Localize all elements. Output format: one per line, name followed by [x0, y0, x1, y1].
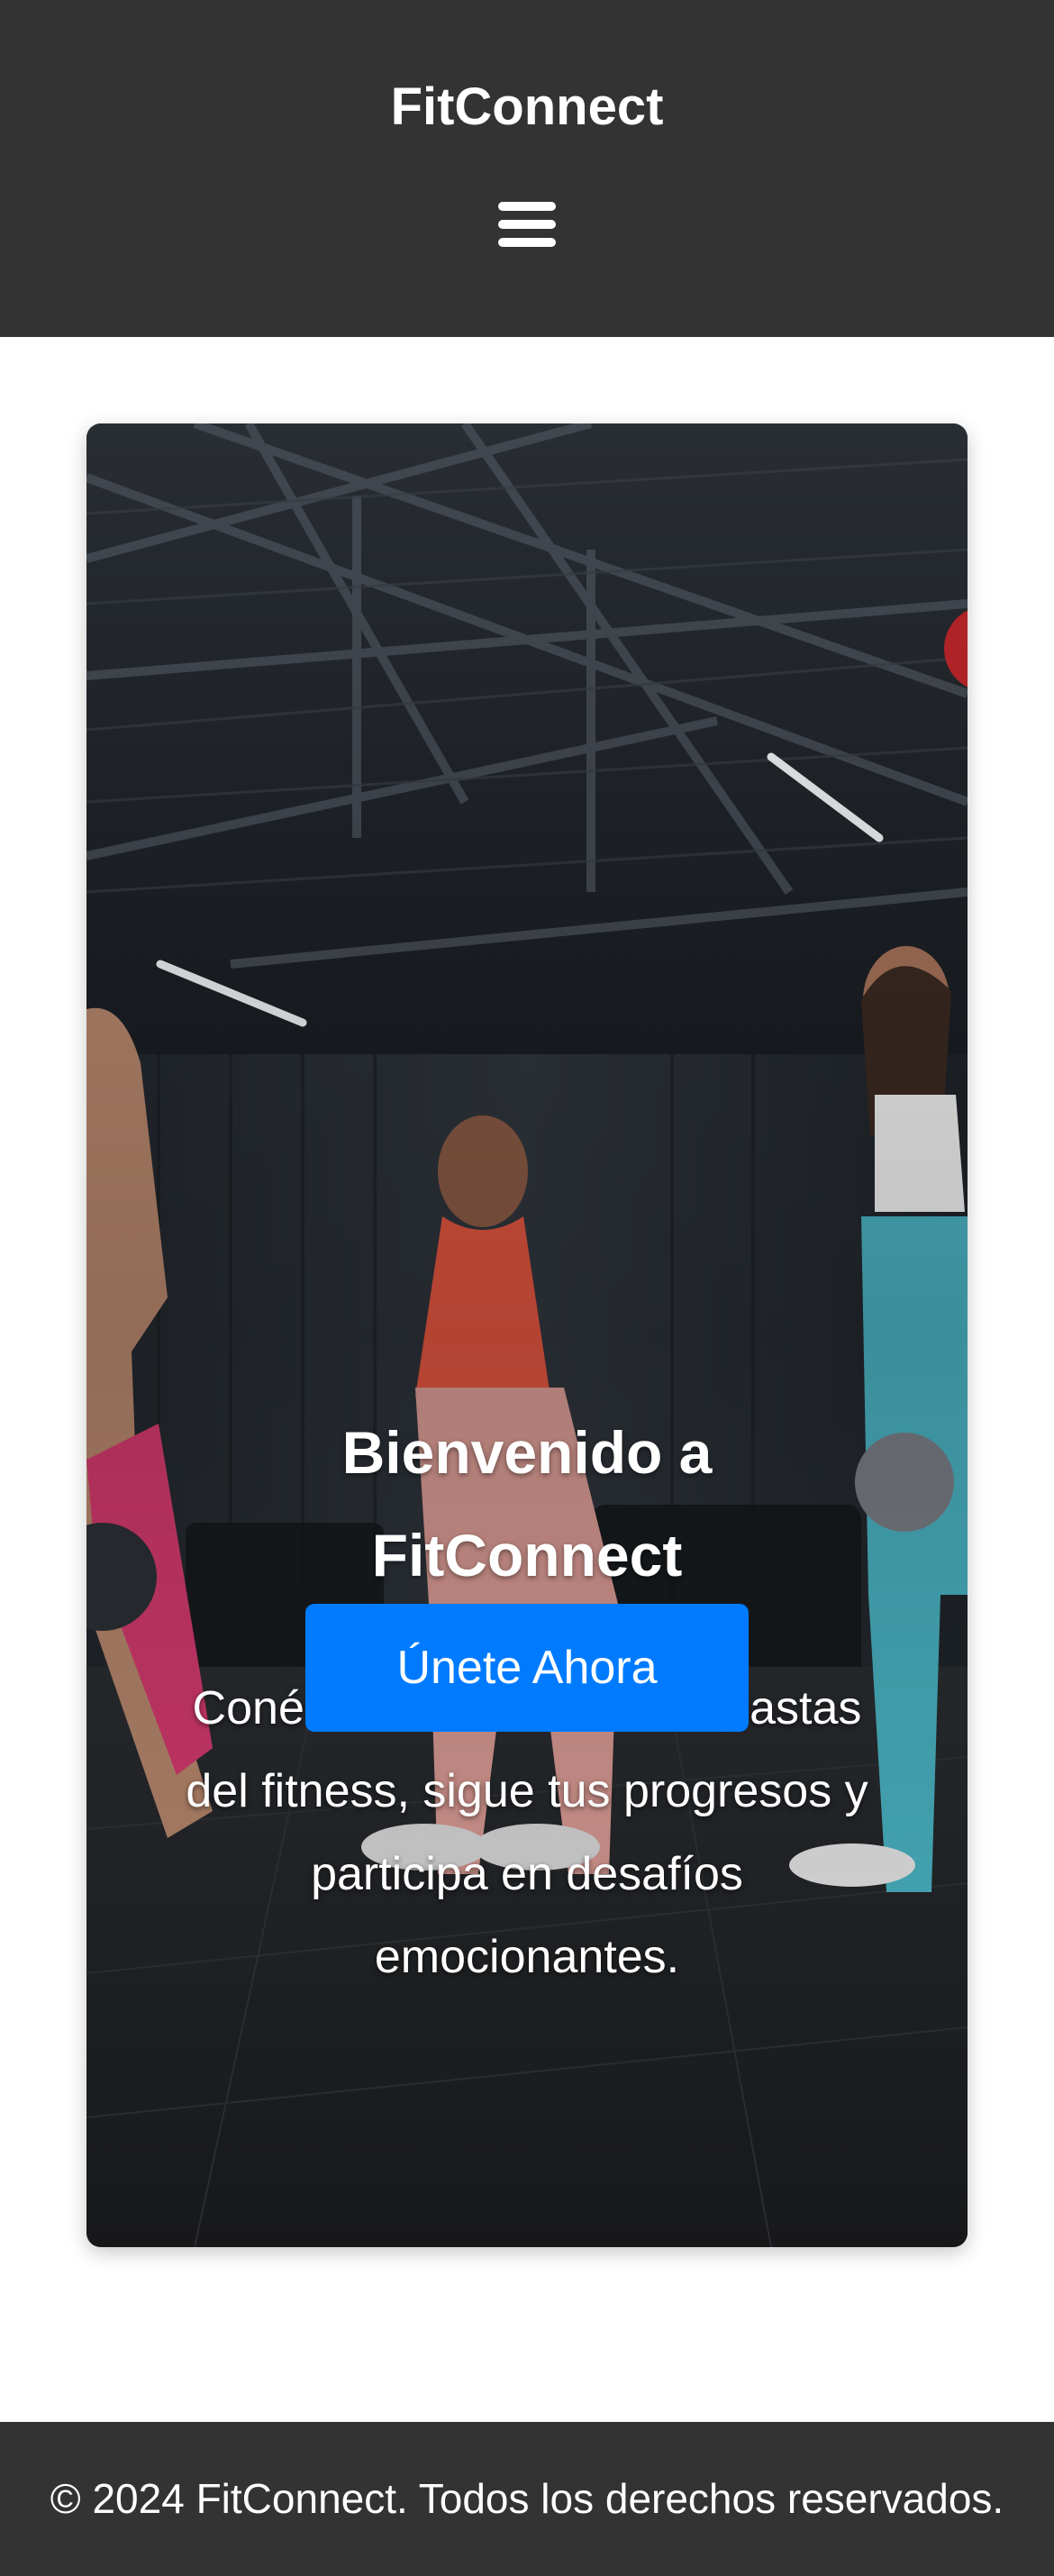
menu-bar [498, 202, 556, 211]
menu-bar [498, 238, 556, 247]
join-now-button[interactable]: Únete Ahora [305, 1604, 749, 1732]
footer-copyright: © 2024 FitConnect. Todos los derechos re… [50, 2475, 1004, 2522]
hero-title: Bienvenido a FitConnect [341, 1419, 713, 1588]
site-footer: © 2024 FitConnect. Todos los derechos re… [0, 2422, 1054, 2576]
hamburger-menu-icon[interactable] [493, 192, 561, 257]
menu-bar [498, 220, 556, 229]
brand-title[interactable]: FitConnect [0, 76, 1054, 139]
site-header: FitConnect [0, 0, 1054, 337]
hero-card: Bienvenido a FitConnect Conéctate con ot… [86, 423, 968, 2247]
